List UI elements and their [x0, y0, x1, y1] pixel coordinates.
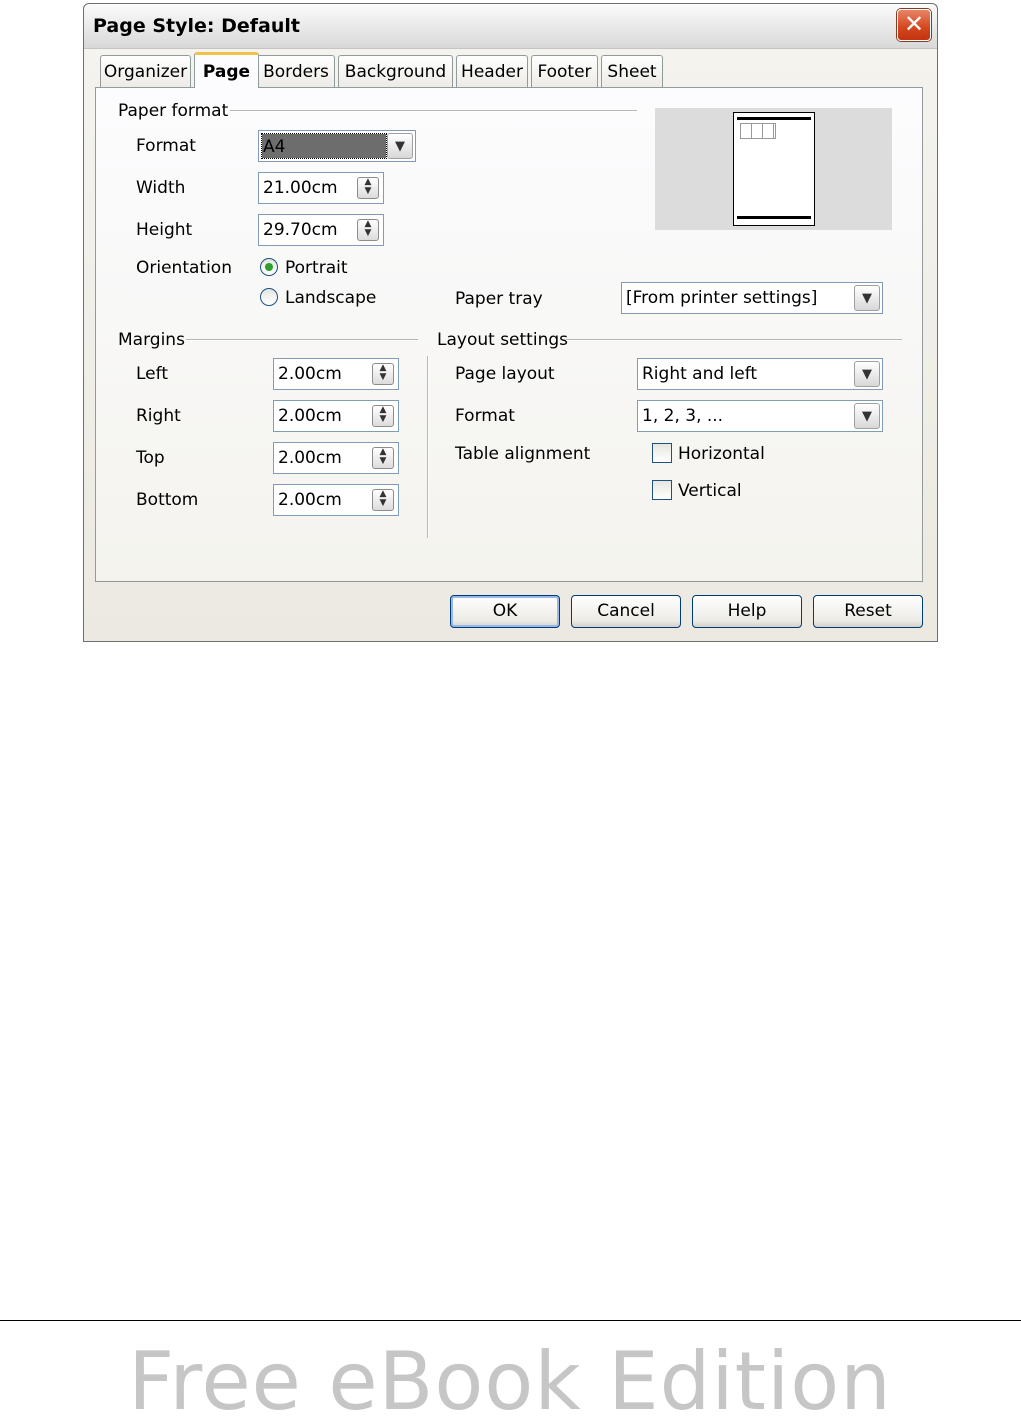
- footer-watermark-text: Free eBook Edition: [128, 1335, 892, 1428]
- margin-bottom-field[interactable]: 2.00cm ▲ ▼: [273, 484, 399, 516]
- margin-left-value: 2.00cm: [278, 364, 342, 384]
- chevron-down-icon[interactable]: ▼: [854, 403, 880, 429]
- page-layout-value: Right and left: [642, 364, 758, 384]
- horizontal-label[interactable]: Horizontal: [678, 444, 765, 464]
- format-dropdown[interactable]: A4 ▼: [258, 130, 416, 162]
- tab-footer[interactable]: Footer: [531, 55, 598, 87]
- paper-format-divider: [230, 110, 637, 112]
- reset-button[interactable]: Reset: [813, 595, 923, 628]
- margin-top-spinner-icon[interactable]: ▲ ▼: [372, 447, 394, 469]
- chevron-down-icon[interactable]: ▼: [854, 361, 880, 387]
- width-spinner-icon[interactable]: ▲ ▼: [357, 177, 379, 199]
- margin-left-spinner-icon[interactable]: ▲ ▼: [372, 363, 394, 385]
- margin-left-label: Left: [136, 364, 168, 384]
- margin-top-label: Top: [136, 448, 165, 468]
- height-label: Height: [136, 220, 193, 240]
- tab-organizer[interactable]: Organizer: [100, 55, 191, 87]
- vertical-checkbox[interactable]: [652, 480, 672, 500]
- table-alignment-label: Table alignment: [455, 444, 591, 464]
- tab-sheet[interactable]: Sheet: [601, 55, 663, 87]
- landscape-label[interactable]: Landscape: [285, 288, 376, 308]
- footer-rule: [0, 1320, 1021, 1321]
- page-preview: [655, 108, 892, 230]
- numbering-format-label: Format: [455, 406, 515, 426]
- paper-format-heading: Paper format: [118, 101, 229, 121]
- cancel-button[interactable]: Cancel: [571, 595, 681, 628]
- tab-header[interactable]: Header: [456, 55, 528, 87]
- format-value: A4: [263, 137, 286, 157]
- width-value: 21.00cm: [263, 178, 338, 198]
- horizontal-checkbox[interactable]: [652, 443, 672, 463]
- preview-page-outline: [733, 112, 815, 226]
- height-spinner-icon[interactable]: ▲ ▼: [357, 219, 379, 241]
- width-label: Width: [136, 178, 186, 198]
- chevron-down-icon[interactable]: ▼: [387, 133, 413, 159]
- portrait-radio[interactable]: [260, 258, 278, 276]
- margin-bottom-label: Bottom: [136, 490, 199, 510]
- margin-right-label: Right: [136, 406, 181, 426]
- chevron-down-icon[interactable]: ▼: [854, 285, 880, 311]
- table-icon: [740, 123, 776, 139]
- margin-left-field[interactable]: 2.00cm ▲ ▼: [273, 358, 399, 390]
- vertical-label[interactable]: Vertical: [678, 481, 742, 501]
- paper-tray-value: [From printer settings]: [626, 288, 818, 308]
- height-field[interactable]: 29.70cm ▲ ▼: [258, 214, 384, 246]
- radio-selected-dot: [265, 263, 273, 271]
- margin-right-field[interactable]: 2.00cm ▲ ▼: [273, 400, 399, 432]
- page-layout-label: Page layout: [455, 364, 555, 384]
- margin-bottom-value: 2.00cm: [278, 490, 342, 510]
- width-field[interactable]: 21.00cm ▲ ▼: [258, 172, 384, 204]
- margin-top-field[interactable]: 2.00cm ▲ ▼: [273, 442, 399, 474]
- dialog-title: Page Style: Default: [93, 15, 300, 37]
- page-layout-dropdown[interactable]: Right and left ▼: [637, 358, 883, 390]
- format-label: Format: [136, 136, 196, 156]
- section-separator: [427, 356, 429, 538]
- ok-button[interactable]: OK: [450, 595, 560, 628]
- close-icon[interactable]: ✕: [897, 9, 931, 41]
- tab-borders[interactable]: Borders: [257, 55, 335, 87]
- margin-right-spinner-icon[interactable]: ▲ ▼: [372, 405, 394, 427]
- margin-right-value: 2.00cm: [278, 406, 342, 426]
- margin-top-value: 2.00cm: [278, 448, 342, 468]
- margins-heading: Margins: [118, 330, 185, 350]
- height-value: 29.70cm: [263, 220, 338, 240]
- tab-background[interactable]: Background: [338, 55, 453, 87]
- layout-settings-divider: [566, 339, 902, 341]
- title-bar[interactable]: Page Style: Default ✕: [84, 4, 937, 49]
- paper-tray-label: Paper tray: [455, 289, 543, 309]
- portrait-label[interactable]: Portrait: [285, 258, 348, 278]
- tab-page[interactable]: Page: [194, 52, 259, 88]
- numbering-format-dropdown[interactable]: 1, 2, 3, ... ▼: [637, 400, 883, 432]
- numbering-format-value: 1, 2, 3, ...: [642, 406, 724, 426]
- margin-bottom-spinner-icon[interactable]: ▲ ▼: [372, 489, 394, 511]
- layout-settings-heading: Layout settings: [437, 330, 568, 350]
- orientation-label: Orientation: [136, 258, 232, 278]
- paper-tray-dropdown[interactable]: [From printer settings] ▼: [621, 282, 883, 314]
- margins-divider: [186, 339, 418, 341]
- landscape-radio[interactable]: [260, 288, 278, 306]
- help-button[interactable]: Help: [692, 595, 802, 628]
